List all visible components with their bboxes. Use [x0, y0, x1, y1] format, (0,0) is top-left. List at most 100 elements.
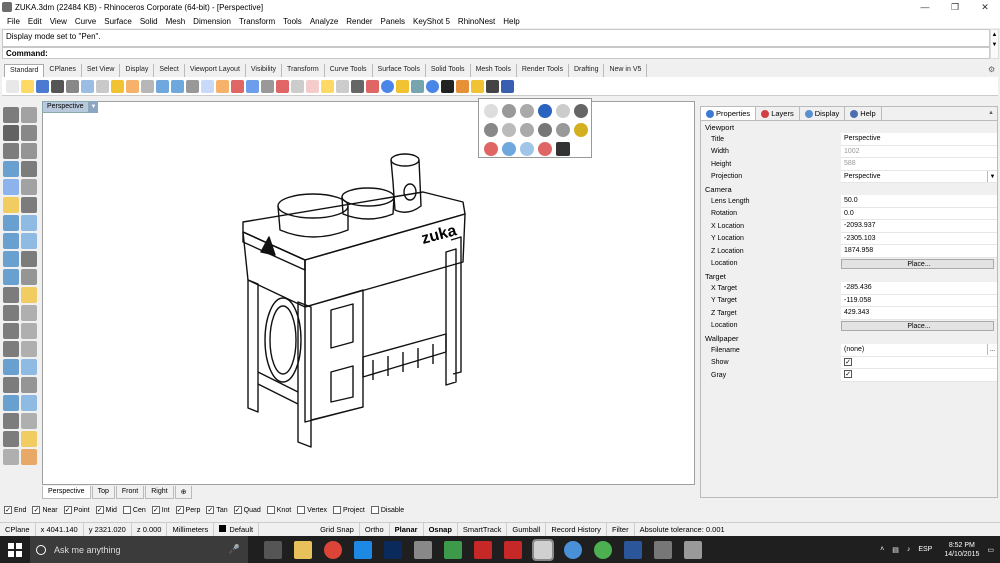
- menu-help[interactable]: Help: [499, 17, 523, 26]
- trim-icon[interactable]: [3, 341, 19, 357]
- osnap-end-checkbox[interactable]: [4, 506, 12, 514]
- lock-icon[interactable]: [306, 79, 319, 93]
- render-sphere-icon[interactable]: [426, 79, 439, 93]
- tab-layers[interactable]: Layers: [756, 107, 800, 120]
- ellipse-icon[interactable]: [3, 161, 19, 177]
- osnap-project[interactable]: Project: [333, 506, 365, 514]
- prop-value-target-location[interactable]: Place...: [841, 320, 994, 331]
- file-explorer-icon[interactable]: [294, 540, 312, 559]
- add-viewport-icon[interactable]: ⊕: [174, 486, 193, 499]
- shade-icon[interactable]: [381, 79, 394, 93]
- menu-dimension[interactable]: Dimension: [189, 17, 235, 26]
- extrude-icon[interactable]: [21, 233, 37, 249]
- filter-toggle[interactable]: Filter: [607, 522, 635, 537]
- prop-value-camera-z-location[interactable]: 1874.958: [841, 245, 997, 258]
- osnap-vertex[interactable]: Vertex: [297, 506, 327, 514]
- material-icon[interactable]: [411, 79, 424, 93]
- viewport-label[interactable]: Perspective: [42, 101, 89, 113]
- snapshot-icon[interactable]: [3, 449, 19, 465]
- zoom-extents-icon[interactable]: [201, 79, 214, 93]
- tab-new-in-v5[interactable]: New in V5: [604, 64, 648, 77]
- circle-icon[interactable]: [21, 143, 37, 159]
- menu-tools[interactable]: Tools: [279, 17, 306, 26]
- zoom-selected-icon[interactable]: [216, 79, 229, 93]
- pan-icon[interactable]: [141, 79, 154, 93]
- solidworks-2-icon[interactable]: [504, 540, 522, 559]
- osnap-knot[interactable]: Knot: [266, 506, 291, 514]
- cylinder-icon[interactable]: [3, 251, 19, 267]
- globe-icon[interactable]: [484, 104, 498, 118]
- tray-up-arrow-icon[interactable]: ˄: [880, 546, 884, 553]
- dimension-icon[interactable]: [441, 79, 454, 93]
- select-arrow-icon[interactable]: [3, 107, 19, 123]
- tab-render-tools[interactable]: Render Tools: [517, 64, 569, 77]
- box-icon[interactable]: [3, 233, 19, 249]
- current-layer[interactable]: Default: [214, 522, 260, 537]
- free-curve-icon[interactable]: [21, 179, 37, 195]
- mail-icon[interactable]: [414, 540, 432, 559]
- tab-transform[interactable]: Transform: [282, 64, 325, 77]
- menu-surface[interactable]: Surface: [100, 17, 136, 26]
- perspective-viewport[interactable]: zuka: [42, 101, 695, 485]
- tab-solid-tools[interactable]: Solid Tools: [426, 64, 471, 77]
- gold-sphere-icon[interactable]: [574, 123, 588, 137]
- solidworks-icon[interactable]: [474, 540, 492, 559]
- rotate-view-icon[interactable]: [156, 79, 169, 93]
- viewport-tab-front[interactable]: Front: [115, 486, 145, 499]
- undo-view-icon[interactable]: [231, 79, 244, 93]
- paint-icon[interactable]: [21, 449, 37, 465]
- tab-properties[interactable]: Properties: [701, 107, 757, 120]
- zoom-icon[interactable]: [171, 79, 184, 93]
- menu-rhinonest[interactable]: RhinoNest: [454, 17, 499, 26]
- osnap-end[interactable]: End: [4, 506, 26, 514]
- cut-icon[interactable]: [81, 79, 94, 93]
- surface-icon[interactable]: [3, 215, 19, 231]
- move-icon[interactable]: [3, 287, 19, 303]
- osnap-int[interactable]: Int: [151, 506, 170, 514]
- menu-edit[interactable]: Edit: [24, 17, 46, 26]
- prop-value-camera-rotation[interactable]: 0.0: [841, 207, 997, 220]
- osnap-int-checkbox[interactable]: [151, 506, 160, 514]
- light-sphere-icon[interactable]: [520, 142, 534, 156]
- osnap-vertex-checkbox[interactable]: [297, 506, 306, 514]
- menu-mesh[interactable]: Mesh: [162, 17, 190, 26]
- new-file-icon[interactable]: [6, 79, 19, 93]
- prop-value-wallpaper-show[interactable]: ✓: [841, 356, 997, 369]
- gear-icon[interactable]: ⚙: [988, 65, 998, 75]
- prop-gray-checkbox[interactable]: ✓: [844, 370, 852, 378]
- import-icon[interactable]: [66, 79, 79, 93]
- osnap-mid-checkbox[interactable]: [95, 506, 104, 514]
- polygon-icon[interactable]: [3, 179, 19, 195]
- osnap-disable[interactable]: Disable: [370, 506, 404, 514]
- transform-icon[interactable]: [486, 79, 499, 93]
- prop-value-wallpaper-filename[interactable]: (none)...: [841, 344, 997, 357]
- wire-sphere-icon[interactable]: [556, 104, 570, 118]
- prop-value-viewport-projection[interactable]: Perspective ▼: [841, 170, 997, 183]
- osnap-perp-checkbox[interactable]: [175, 506, 184, 514]
- viewport-tab-perspective[interactable]: Perspective: [42, 486, 91, 499]
- osnap-toggle[interactable]: Osnap: [424, 522, 458, 537]
- chess-piece-2-icon[interactable]: [520, 123, 534, 137]
- osnap-knot-checkbox[interactable]: [266, 506, 275, 514]
- browse-button[interactable]: ...: [987, 344, 997, 355]
- viewport-tab-top[interactable]: Top: [91, 486, 115, 499]
- units-display[interactable]: Millimeters: [167, 522, 215, 537]
- panel-scroll-arrow[interactable]: ▲: [988, 110, 996, 120]
- prop-value-camera-location[interactable]: Place...: [841, 258, 994, 269]
- text-icon[interactable]: [3, 395, 19, 411]
- osnap-project-checkbox[interactable]: [333, 506, 342, 514]
- prop-show-checkbox[interactable]: ✓: [844, 357, 852, 366]
- dark-sphere-icon[interactable]: [574, 104, 588, 118]
- layer-toolbar-icon[interactable]: [3, 377, 19, 393]
- cube-icon[interactable]: [484, 123, 498, 137]
- viewport-menu-arrow[interactable]: ▼: [89, 101, 98, 113]
- undo-icon[interactable]: [126, 79, 139, 93]
- menu-render[interactable]: Render: [342, 17, 376, 26]
- zoom-window-icon[interactable]: [186, 79, 199, 93]
- minimize-button[interactable]: —: [910, 2, 940, 13]
- hatch-icon[interactable]: [21, 395, 37, 411]
- chess-piece-icon[interactable]: [502, 123, 516, 137]
- properties-icon[interactable]: [351, 79, 364, 93]
- hide-icon[interactable]: [291, 79, 304, 93]
- microphone-icon[interactable]: 🎤: [229, 544, 240, 555]
